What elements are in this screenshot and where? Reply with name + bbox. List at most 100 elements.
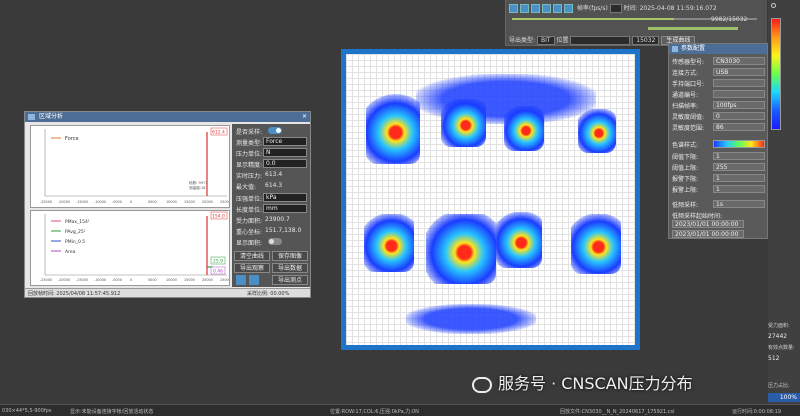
sensitivity-threshold-label: 灵敏度阈值: <box>672 114 705 121</box>
threshold-low-input[interactable]: 1 <box>713 152 765 160</box>
length-unit-select[interactable]: mm <box>263 204 307 213</box>
x-tick-label: -25000 <box>40 278 52 282</box>
colorbar <box>771 18 781 130</box>
step-back-icon[interactable] <box>520 4 529 13</box>
sensitivity-range-label: 灵敏度范围: <box>672 125 705 132</box>
sample-range-label: 低频采样起始时间: <box>672 213 723 220</box>
area-analysis-window: 区域分析 ✕ Force 612.4 帧数: 9971 测量值:16 -2500… <box>24 111 311 298</box>
connection-select[interactable]: USB <box>713 68 765 76</box>
save-image-button[interactable]: 保存图像 <box>272 251 308 261</box>
export-data-button[interactable]: 导出数据 <box>272 263 308 273</box>
x-tick-label: -5000 <box>112 200 122 204</box>
sensor-model-select[interactable]: CN3030 <box>713 57 765 65</box>
x-tick-label: 25000 <box>220 278 229 282</box>
threshold-high-input[interactable]: 255 <box>713 163 765 171</box>
pmax-marker: 154.0 <box>212 214 225 220</box>
clear-curve-button[interactable]: 清空曲线 <box>234 251 270 261</box>
loop-icon[interactable] <box>564 4 573 13</box>
sensitivity-range-input[interactable]: 86 <box>713 123 765 131</box>
watermark: 服务号 · CNSCAN压力分布 <box>472 370 774 396</box>
x-tick-label: -10000 <box>94 200 106 204</box>
pressure-region <box>504 106 544 151</box>
export-view-button[interactable]: 导出观察 <box>234 263 270 273</box>
option-radio[interactable] <box>771 3 776 8</box>
pressure-region <box>496 212 542 268</box>
area-settings-sidebar: 是否采样: 测量类型: Force 压力单位: N 显示精度: 0.0 实时压力… <box>232 124 310 287</box>
stat2-label: 有效点数量: <box>768 345 795 351</box>
legend-pmax: PMax_154¹ <box>65 219 90 225</box>
x-tick-label: -20000 <box>58 278 70 282</box>
transport-controls: 帧率(fps/s) 时间: 2025-04-08 11:59:16.072 <box>509 3 717 13</box>
realtime-force-value: 613.4 <box>265 171 283 178</box>
connection-label: 连接方式: <box>672 70 699 77</box>
legend-pmin: PMin_0.5 <box>65 239 85 245</box>
force-area-label: 受力面积: <box>236 218 263 225</box>
pressure-region <box>578 109 616 153</box>
rewind-icon[interactable] <box>509 4 518 13</box>
precision-select[interactable]: 0.0 <box>263 159 307 168</box>
step-forward-icon[interactable] <box>542 4 551 13</box>
legend-force: Force <box>65 136 79 142</box>
sample-toggle[interactable] <box>268 127 282 134</box>
scan-rate-select[interactable]: 100fps <box>713 101 765 109</box>
low-freq-sample-label: 低频采样: <box>672 202 699 209</box>
channel-input[interactable] <box>713 90 765 98</box>
sample-start-input[interactable]: 2023/01/01 00:00:00 <box>672 220 744 228</box>
force-marker: 612.4 <box>212 130 225 136</box>
area-marker: 0.46 <box>213 269 223 275</box>
show-area-label: 显示面积: <box>236 240 263 247</box>
fast-forward-icon[interactable] <box>553 4 562 13</box>
settings-icon[interactable] <box>249 275 259 285</box>
port-select[interactable] <box>713 79 765 87</box>
close-icon[interactable]: ✕ <box>302 112 307 122</box>
force-unit-select[interactable]: N <box>263 148 307 157</box>
alarm-low-input[interactable]: 1 <box>713 174 765 182</box>
status-file: 回放文件:CN3030__N_N_20240617_175921.csl <box>560 409 675 415</box>
stat1-value: 27442 <box>768 333 788 340</box>
show-area-toggle[interactable] <box>268 238 282 245</box>
precision-label: 显示精度: <box>236 162 263 169</box>
export-select[interactable]: BIT <box>536 36 555 45</box>
color-swatch-icon[interactable] <box>236 275 246 285</box>
threshold-low-label: 阈值下限: <box>672 154 699 161</box>
x-tick-label: 5000 <box>148 200 157 204</box>
param-title: 参数配置 <box>681 45 706 52</box>
x-tick-label: -20000 <box>58 200 70 204</box>
centroid-label: 重心坐标: <box>236 229 263 236</box>
speed-input[interactable] <box>609 4 622 13</box>
x-tick-label: 20000 <box>202 278 213 282</box>
frame-input[interactable]: 15032 <box>632 36 660 45</box>
pressure-region <box>364 214 414 272</box>
measure-type-select[interactable]: Force <box>263 137 307 146</box>
x-tick-label: 5000 <box>148 278 157 282</box>
pressure-unit-label: 压强单位: <box>236 196 263 203</box>
status-hint: 显示:未能设备连接字帐/回放活动状态 <box>70 409 154 415</box>
x-tick-label: 10000 <box>166 278 177 282</box>
sample-end-input[interactable]: 2023/01/01 00:00:00 <box>672 230 744 238</box>
playback-toolbar: 帧率(fps/s) 时间: 2025-04-08 11:59:16.072 99… <box>505 0 767 46</box>
max-value: 614.3 <box>265 182 283 189</box>
sensitivity-threshold-input[interactable]: 0 <box>713 112 765 120</box>
range-bar[interactable] <box>648 27 738 30</box>
cursor-frame: 帧数: 9971 <box>189 180 208 185</box>
heatmap-canvas[interactable] <box>346 54 635 345</box>
force-area-value: 23900.7 <box>265 216 290 223</box>
export-points-button[interactable]: 导出测点 <box>272 275 308 285</box>
frame-counter: 9982/15032 <box>711 16 748 23</box>
play-icon[interactable] <box>531 4 540 13</box>
x-tick-label: 25000 <box>220 200 229 204</box>
pressure-x-ticks: -25000 -20000 -15000 -10000 -5000 0 5000 10000 1… <box>40 278 231 282</box>
x-tick-label: 0 <box>130 200 132 204</box>
status-sensor: 030×44*5,5-900fps <box>2 408 52 414</box>
watermark-text: 服务号 · CNSCAN压力分布 <box>498 374 693 393</box>
position-input[interactable] <box>570 36 631 45</box>
pressure-heatmap[interactable] <box>341 49 640 350</box>
low-freq-sample-select[interactable]: 1s <box>713 200 765 208</box>
pressure-unit-select[interactable]: kPa <box>263 193 307 202</box>
port-label: 手持端口号: <box>672 81 705 88</box>
threshold-high-label: 阈值上限: <box>672 165 699 172</box>
alarm-high-input[interactable]: 1 <box>713 185 765 193</box>
x-tick-label: -25000 <box>40 200 52 204</box>
color-style-select[interactable] <box>713 140 765 148</box>
sensor-model-label: 传感器型号: <box>672 59 705 66</box>
